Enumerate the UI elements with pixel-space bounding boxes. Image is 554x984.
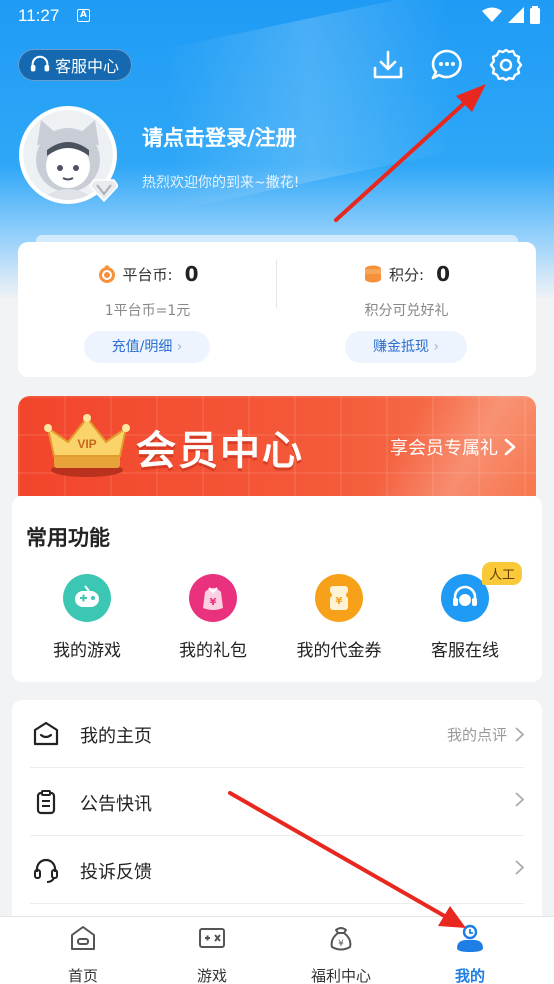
menu-item-right: [515, 860, 524, 875]
wifi-icon: [482, 7, 502, 22]
chevron-right-icon: [515, 860, 524, 875]
bottom-tab-bar: 首页 游戏 ¥ 福利中心 我的: [0, 916, 554, 984]
tab-welfare-label: 福利中心: [310, 967, 371, 984]
gamepad-icon: [63, 574, 111, 622]
tab-mine-label: 我的: [454, 967, 485, 984]
vip-center-title: 会员中心: [136, 428, 304, 474]
welcome-text: 热烈欢迎你的到来~撒花!: [142, 175, 300, 191]
tab-home[interactable]: 首页: [14, 923, 152, 984]
svg-text:¥: ¥: [336, 596, 343, 607]
money-bag-icon: ¥: [330, 927, 352, 951]
svg-text:¥: ¥: [338, 939, 344, 949]
clipboard-icon: [36, 790, 56, 815]
menu-item-my-homepage[interactable]: 我的主页 我的点评: [30, 700, 524, 768]
status-right-icons: [482, 6, 540, 24]
profile-person-icon: [457, 924, 483, 952]
chevron-right-icon: [515, 792, 524, 807]
chevron-right-icon: [515, 727, 524, 742]
tab-mine[interactable]: 我的: [401, 923, 539, 984]
vip-link-label: 享会员专属礼: [390, 438, 498, 459]
diamond-badge-icon: [90, 179, 118, 202]
vip-crown-text: VIP: [77, 437, 96, 451]
download-icon[interactable]: [371, 48, 405, 82]
my-gift-packs-button[interactable]: ¥ 我的礼包: [148, 574, 278, 661]
message-icon[interactable]: [430, 48, 464, 82]
game-screen-icon: [199, 928, 225, 948]
chevron-right-icon: ›: [433, 339, 440, 355]
menu-item-label: 公告快讯: [80, 794, 152, 815]
platform-coin-title: 平台币: 0: [18, 262, 277, 286]
common-functions-heading: 常用功能: [26, 526, 110, 550]
customer-service-label: 客服中心: [55, 57, 120, 76]
voucher-icon: ¥: [315, 574, 363, 622]
my-vouchers-label: 我的代金券: [296, 641, 382, 661]
chevron-right-icon: [504, 438, 516, 456]
tab-games-label: 游戏: [196, 967, 227, 984]
menu-item-complaints-feedback[interactable]: 投诉反馈: [30, 836, 524, 904]
my-gift-packs-label: 我的礼包: [179, 641, 247, 661]
signal-icon: [508, 7, 524, 23]
tab-games[interactable]: 游戏: [143, 923, 281, 984]
vip-crown-icon: VIP: [44, 414, 130, 477]
earn-cash-label: 赚金抵现: [372, 339, 429, 355]
home-icon: [71, 926, 95, 950]
platform-coin-label: 平台币:: [122, 265, 173, 284]
points-coins-icon: [365, 265, 381, 283]
vip-center-banner[interactable]: VIP 会员中心 享会员专属礼: [18, 396, 536, 496]
earn-cash-button[interactable]: 赚金抵现 ›: [345, 331, 467, 363]
online-support-button[interactable]: 人工 客服在线: [400, 562, 530, 661]
status-bar: 11:27 A: [0, 0, 554, 32]
my-games-label: 我的游戏: [53, 641, 121, 661]
points-value: 0: [436, 262, 450, 286]
menu-item-label: 我的主页: [80, 726, 152, 747]
points-label: 积分:: [389, 265, 425, 284]
chevron-right-icon: ›: [176, 339, 183, 355]
vip-exclusive-gift-link[interactable]: 享会员专属礼: [390, 434, 516, 460]
my-games-button[interactable]: 我的游戏: [22, 574, 152, 661]
headset-icon: [30, 55, 50, 72]
human-agent-badge: 人工: [482, 562, 523, 585]
platform-coin-note: 1平台币=1元: [104, 303, 191, 319]
home-profile-icon: [33, 721, 59, 746]
menu-item-label: 投诉反馈: [80, 862, 152, 883]
platform-coin-section: 平台币: 0 1平台币=1元 充值/明细 ›: [18, 242, 277, 377]
wallet-card: 平台币: 0 1平台币=1元 充值/明细 › 积分: 0 积分可兑好礼 赚金抵现…: [18, 235, 536, 377]
menu-item-right: 我的点评: [447, 724, 524, 745]
gift-bag-icon: ¥: [189, 574, 237, 622]
my-reviews-link[interactable]: 我的点评: [447, 724, 507, 745]
points-note: 积分可兑好礼: [364, 303, 449, 319]
menu-item-announcements[interactable]: 公告快讯: [30, 768, 524, 836]
headset-icon: [34, 858, 58, 883]
recharge-details-label: 充值/明细: [111, 339, 173, 355]
menu-item-right: [515, 792, 524, 807]
status-time: 11:27: [18, 6, 60, 25]
my-vouchers-button[interactable]: ¥ 我的代金券: [274, 574, 404, 661]
recharge-details-button[interactable]: 充值/明细 ›: [84, 331, 210, 363]
customer-service-button[interactable]: 客服中心: [18, 49, 132, 81]
online-support-label: 客服在线: [431, 641, 499, 661]
platform-coin-value: 0: [184, 262, 199, 286]
row-divider: [30, 903, 524, 904]
svg-text:¥: ¥: [210, 597, 217, 608]
settings-gear-icon[interactable]: [489, 48, 523, 82]
battery-icon: [530, 6, 540, 24]
tab-home-label: 首页: [67, 967, 98, 984]
notification-a-icon: A: [77, 9, 90, 22]
coin-bag-icon: [98, 265, 115, 283]
login-register-prompt[interactable]: 请点击登录/注册: [142, 122, 297, 152]
points-title: 积分: 0: [277, 262, 536, 286]
points-section: 积分: 0 积分可兑好礼 赚金抵现 ›: [277, 242, 536, 377]
tab-welfare-center[interactable]: ¥ 福利中心: [272, 923, 410, 984]
common-functions-panel: 常用功能 我的游戏 ¥ 我的礼包 ¥ 我的代金券 人工 客服在线: [12, 496, 542, 682]
